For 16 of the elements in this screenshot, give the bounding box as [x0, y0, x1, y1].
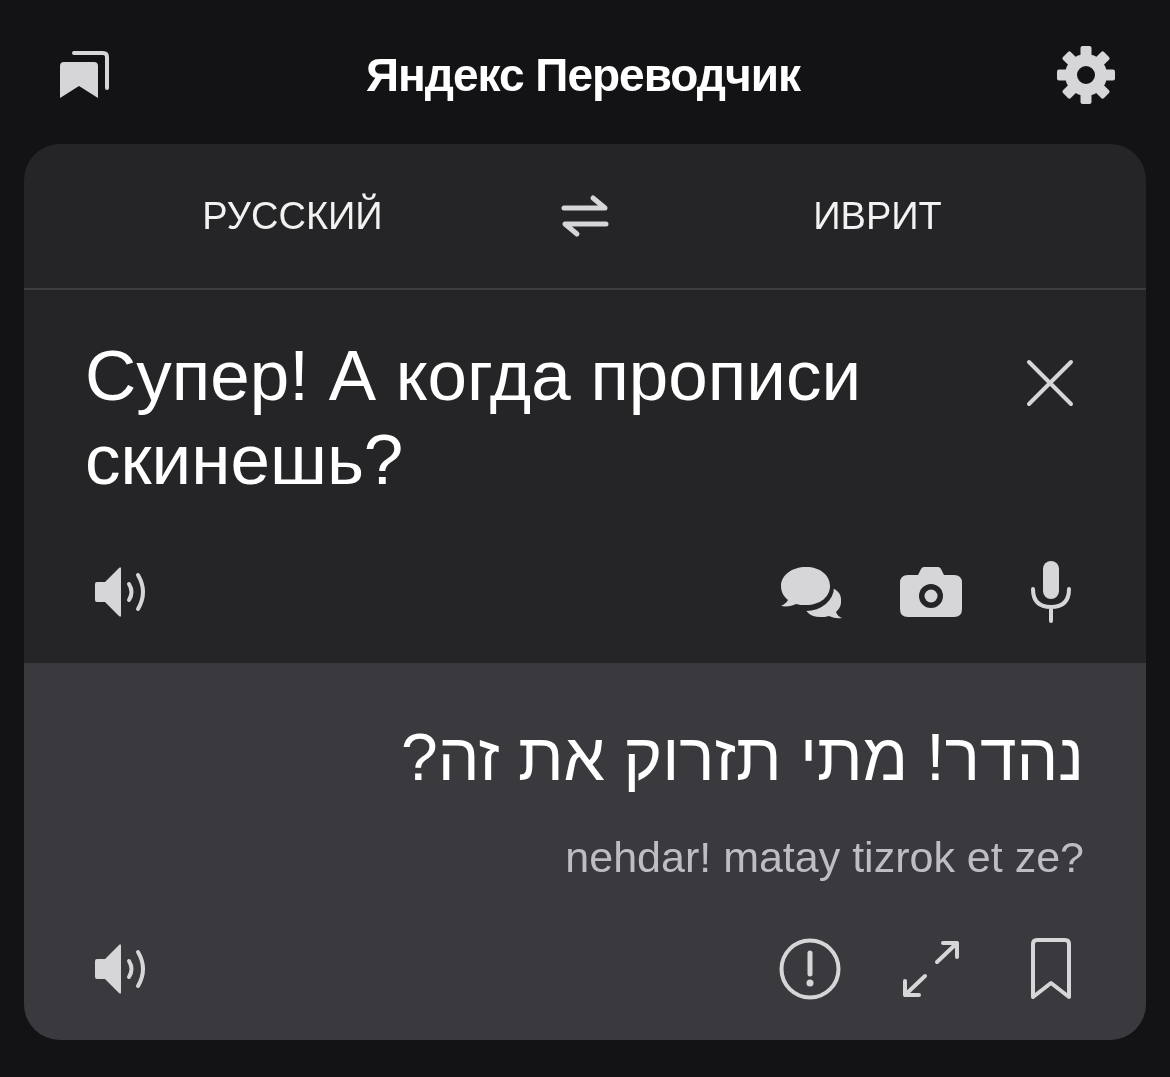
source-text-field[interactable]: Супер! А когда прописи скинешь?	[85, 334, 995, 502]
settings-icon[interactable]	[1056, 45, 1116, 105]
microphone-icon[interactable]	[1030, 561, 1072, 623]
translation-text: נהדר! מתי תזרוק את זה?	[400, 719, 1084, 796]
expand-icon[interactable]	[901, 940, 961, 998]
close-icon[interactable]	[1025, 358, 1075, 408]
target-language-button[interactable]: ИВРИТ	[807, 190, 948, 242]
transliteration-text: nehdar! matay tizrok et ze?	[564, 832, 1084, 882]
chat-bubbles-icon[interactable]	[780, 565, 842, 619]
swap-icon[interactable]	[560, 194, 610, 238]
bookmarks-icon[interactable]	[60, 50, 110, 100]
app-title: Яндекс Переводчик	[365, 48, 801, 102]
bookmark-icon[interactable]	[1029, 938, 1073, 1000]
exclamation-circle-icon[interactable]	[779, 938, 841, 1000]
camera-icon[interactable]	[900, 567, 962, 617]
source-language-button[interactable]: РУССКИЙ	[196, 190, 389, 242]
